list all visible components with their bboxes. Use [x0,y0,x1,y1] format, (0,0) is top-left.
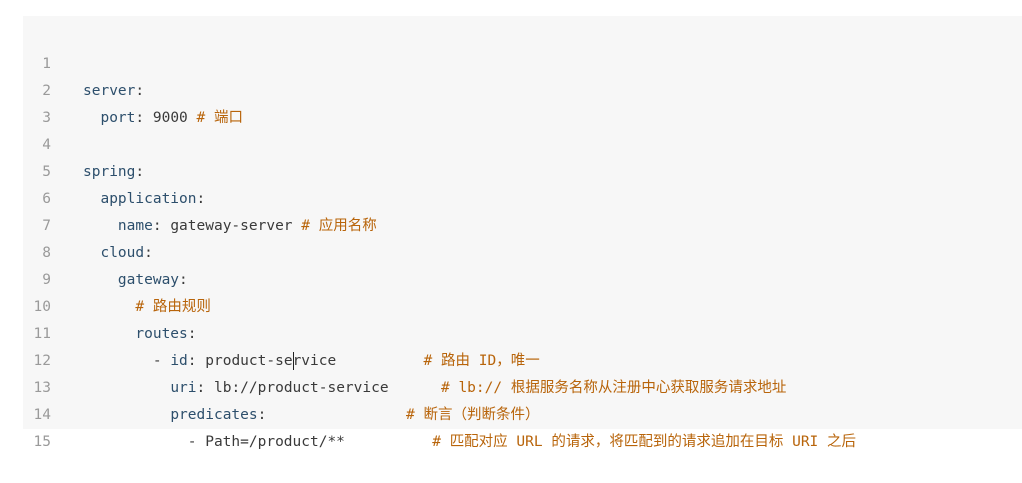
comment-hash: # [135,299,145,315]
comment-hash: # [432,434,441,450]
code-line: 1 server: [23,24,144,99]
code-line: 8 gateway: [23,213,188,288]
yaml-key: server [83,83,136,99]
code-content: gateway: [117,272,188,288]
code-line: 9 # 路由规则 [23,240,211,315]
code-line: 4 spring: [23,105,144,180]
yaml-key: name [117,218,153,234]
code-content: name: gateway-server # 应用名称 [117,218,377,234]
code-editor[interactable]: 1 server: 2 port: 9000 # 端口 3 4 spring: … [23,16,1022,450]
yaml-key: routes [135,326,188,342]
code-content: spring: [83,164,145,180]
code-comment: ，唯一 [496,353,540,369]
code-content: - id: product-service # 路由 ID，唯一 [152,352,540,370]
yaml-value: gateway-server [170,218,293,234]
comment-hash: # [440,380,450,396]
code-line: 13 predicates: # 断言（判断条件） [23,348,540,423]
code-comment: 根据服务名称从注册中心获取服务请求地址 [510,380,787,396]
code-comment: lb:// [458,380,503,396]
code-line: 10 routes: [23,267,197,342]
line-number: 15 [33,434,51,450]
code-content: port: 9000 # 端口 [100,110,243,126]
code-line: 3 [23,78,58,126]
yaml-value: - Path=/product/** [187,434,345,450]
code-content: routes: [135,326,197,342]
code-content: application: [100,191,206,207]
code-content: cloud: [100,245,153,261]
code-line: 5 application: [23,132,205,207]
code-comment: URI [792,434,819,450]
code-content: server: [83,83,145,99]
code-comment: 应用名称 [318,218,377,234]
code-line: 6 name: gateway-server # 应用名称 [23,159,376,234]
code-content: predicates: # 断言（判断条件） [170,407,540,423]
yaml-key: port [100,110,136,126]
yaml-key: uri [170,380,197,396]
code-content: uri: lb://product-service # lb:// 根据服务名称… [170,380,787,396]
code-line: 14 - Path=/product/** # 匹配对应 URL 的请求，将匹配… [23,375,857,450]
code-comment: 路由规则 [152,299,211,315]
comment-hash: # [406,407,415,423]
yaml-key: cloud [100,245,145,261]
yaml-value: lb://product-service [213,380,389,396]
yaml-key: application [100,191,197,207]
comment-hash: # [423,353,433,369]
comment-hash: # [301,218,310,234]
code-comment: 端口 [213,110,243,126]
code-comment: URL [516,434,543,450]
yaml-key: gateway [117,272,180,288]
yaml-value: 9000 [152,110,188,126]
code-line: 7 cloud: [23,186,153,261]
code-line: 2 port: 9000 # 端口 [23,51,243,126]
code-comment: ID [478,353,497,369]
code-line: 12 uri: lb://product-service # lb:// 根据服… [23,321,787,396]
code-content: - Path=/product/** # 匹配对应 URL 的请求，将匹配到的请… [83,429,856,456]
code-content: # 路由规则 [83,294,211,321]
comment-hash: # [196,110,206,126]
code-comment: 路由 [441,353,470,369]
list-dash: - [152,353,162,369]
code-line: 11 - id: product-service # 路由 ID，唯一 [23,294,540,370]
code-comment: 断言（判断条件） [423,407,540,423]
yaml-key: id [170,353,188,369]
yaml-key: predicates [170,407,258,423]
yaml-value: rvice [292,353,337,369]
code-line: 15 [23,402,58,450]
code-comment: 的请求，将匹配到的请求追加在目标 [551,434,784,450]
code-comment: 之后 [827,434,857,450]
code-comment: 匹配对应 [449,434,508,450]
yaml-value: product-se [205,353,293,369]
yaml-key: spring [83,164,136,180]
